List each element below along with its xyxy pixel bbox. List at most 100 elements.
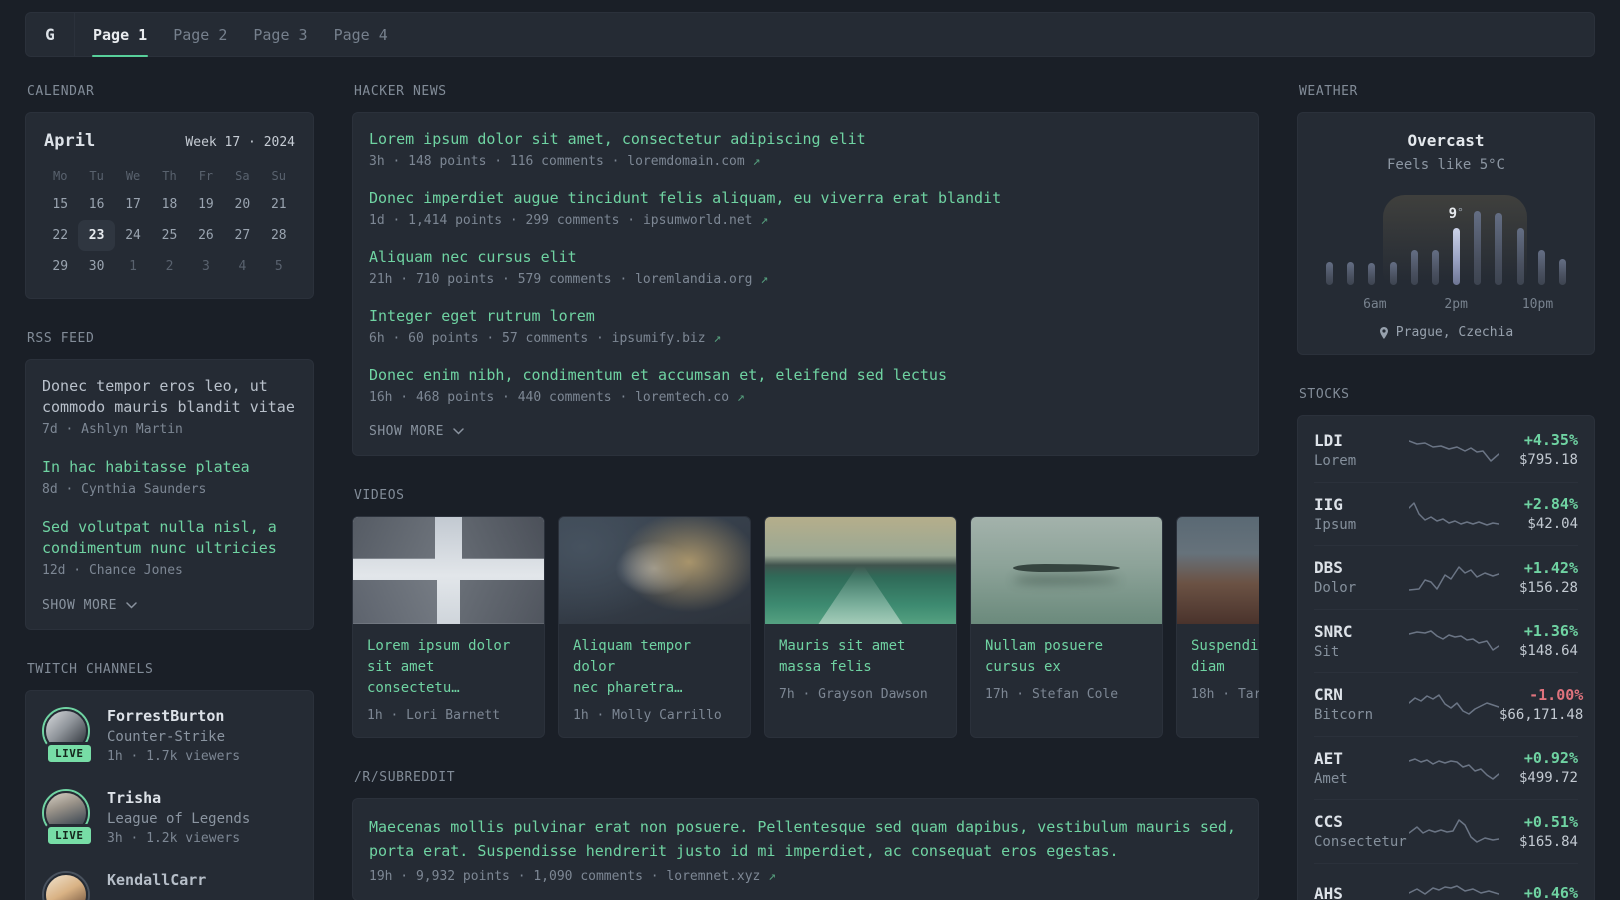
video-title[interactable]: Lorem ipsum dolor sit amet consectetu… xyxy=(367,636,530,699)
stock-name: Lorem xyxy=(1314,452,1357,469)
stock-name: Bitcorn xyxy=(1314,707,1374,724)
stock-row[interactable]: CCS Consectetur +0.51% $165.84 xyxy=(1314,799,1578,863)
hackernews-item-meta: 1d · 1,414 points · 299 comments · ipsum… xyxy=(369,213,1242,228)
hackernews-item-domain[interactable]: ipsumify.biz xyxy=(612,331,706,346)
twitch-channel-row[interactable]: LIVE ForrestBurton Counter-Strike 1h · 1… xyxy=(42,707,297,765)
external-link-icon[interactable]: ↗ xyxy=(768,869,776,884)
rss-widget-label: RSS FEED xyxy=(27,331,95,346)
weather-location: Prague, Czechia xyxy=(1314,325,1578,340)
stock-sparkline xyxy=(1408,563,1500,591)
stock-row[interactable]: SNRC Sit +1.36% $148.64 xyxy=(1314,608,1578,673)
page-tab[interactable]: Page 1 xyxy=(80,13,160,57)
video-card[interactable]: Nullam posuere cursus ex 17h · Stefan Co… xyxy=(970,516,1163,738)
stock-row[interactable]: AHS +0.46% xyxy=(1314,862,1578,900)
rss-item-meta: 8d · Cynthia Saunders xyxy=(42,482,207,497)
weather-time-label: 10pm xyxy=(1521,297,1554,312)
video-title[interactable]: Aliquam tempor dolor nec pharetra… xyxy=(573,636,736,699)
hackernews-item-title[interactable]: Lorem ipsum dolor sit amet, consectetur … xyxy=(369,129,1242,150)
stock-name: Dolor xyxy=(1314,580,1357,597)
twitch-channel-row[interactable]: LIVE Trisha League of Legends 3h · 1.2k … xyxy=(42,789,297,847)
stock-change: +4.35% xyxy=(1523,431,1578,450)
hackernews-item-domain[interactable]: ipsumworld.net xyxy=(643,213,753,228)
twitch-channel-name[interactable]: KendallCarr xyxy=(107,871,206,889)
subreddit-post-domain[interactable]: loremnet.xyz xyxy=(666,869,760,884)
page-tab[interactable]: Page 4 xyxy=(321,13,401,56)
twitch-widget: TWITCH CHANNELS LIVE ForrestBurton Count… xyxy=(25,662,314,900)
video-card[interactable]: Lorem ipsum dolor sit amet consectetu… 1… xyxy=(352,516,545,738)
live-badge: LIVE xyxy=(45,824,94,847)
stock-ticker: DBS xyxy=(1314,558,1343,578)
stock-row[interactable]: DBS Dolor +1.42% $156.28 xyxy=(1314,545,1578,609)
twitch-channel-game: League of Legends xyxy=(107,811,251,827)
stock-name: Sit xyxy=(1314,643,1340,660)
video-card[interactable]: Mauris sit amet massa felis 7h · Grayson… xyxy=(764,516,957,738)
twitch-channel-name[interactable]: ForrestBurton xyxy=(107,707,240,725)
calendar-day: 21 xyxy=(270,197,287,212)
hackernews-show-more-label: SHOW MORE xyxy=(369,424,444,439)
external-link-icon[interactable]: ↗ xyxy=(713,331,721,346)
hackernews-item-domain[interactable]: loremlandia.org xyxy=(635,272,752,287)
stock-row[interactable]: AET Amet +0.92% $499.72 xyxy=(1314,735,1578,800)
stock-row[interactable]: CRN Bitcorn -1.00% $66,171.48 xyxy=(1314,672,1583,736)
stock-row[interactable]: IIG Ipsum +2.84% $42.04 xyxy=(1314,481,1578,546)
hackernews-item-title[interactable]: Integer eget rutrum lorem xyxy=(369,306,1242,327)
video-card[interactable]: Suspendisse diam 18h · Tara xyxy=(1176,516,1259,738)
subreddit-post-stats: 19h · 9,932 points · 1,090 comments · xyxy=(369,869,659,884)
twitch-channel-name[interactable]: Trisha xyxy=(107,789,250,807)
rss-show-more[interactable]: SHOW MORE xyxy=(42,598,297,613)
app-logo[interactable]: G xyxy=(26,13,75,56)
weather-time-label: 6am xyxy=(1363,297,1387,312)
video-title[interactable]: Nullam posuere cursus ex xyxy=(985,636,1148,678)
hackernews-item-stats: 16h · 468 points · 440 comments · xyxy=(369,390,628,405)
page-tab[interactable]: Page 2 xyxy=(160,13,240,56)
rss-item-title[interactable]: Sed volutpat nulla nisl, a condimentum n… xyxy=(42,517,297,559)
twitch-avatar: LIVE xyxy=(42,871,90,900)
stock-row[interactable]: LDI Lorem +4.35% $795.18 xyxy=(1314,418,1578,482)
weather-card: Overcast Feels like 5°C 9° 6am 2pm 10pm Pr… xyxy=(1297,112,1595,355)
stock-name: Amet xyxy=(1314,770,1348,787)
video-card[interactable]: Aliquam tempor dolor nec pharetra… 1h · … xyxy=(558,516,751,738)
calendar-day-header: Mo xyxy=(52,169,68,183)
rss-item-title[interactable]: Donec tempor eros leo, ut commodo mauris… xyxy=(42,376,297,418)
page-tab[interactable]: Page 3 xyxy=(240,13,320,56)
video-title[interactable]: Suspendisse diam xyxy=(1191,636,1259,678)
subreddit-widget-label: /R/SUBREDDIT xyxy=(354,770,456,785)
twitch-channel-row[interactable]: LIVE KendallCarr xyxy=(42,871,297,900)
external-link-icon[interactable]: ↗ xyxy=(760,272,768,287)
rss-item: Donec tempor eros leo, ut commodo mauris… xyxy=(42,376,297,437)
external-link-icon[interactable]: ↗ xyxy=(737,390,745,405)
hackernews-item-stats: 1d · 1,414 points · 299 comments · xyxy=(369,213,636,228)
videos-row: Lorem ipsum dolor sit amet consectetu… 1… xyxy=(352,516,1259,738)
calendar-week-info: Week 17 · 2024 xyxy=(185,135,295,150)
stock-price: $795.18 xyxy=(1518,452,1578,469)
stock-change: +1.36% xyxy=(1523,622,1578,641)
rss-item-title[interactable]: In hac habitasse platea xyxy=(42,457,297,478)
hackernews-show-more[interactable]: SHOW MORE xyxy=(369,424,1242,439)
external-link-icon[interactable]: ↗ xyxy=(760,213,768,228)
twitch-channel-viewers: 1h · 1.7k viewers xyxy=(107,749,241,764)
hackernews-item: Integer eget rutrum lorem 6h · 60 points… xyxy=(369,306,1242,346)
hackernews-item-title[interactable]: Donec enim nibh, condimentum et accumsan… xyxy=(369,365,1242,386)
weather-bar xyxy=(1410,250,1418,285)
hackernews-item-stats: 6h · 60 points · 57 comments · xyxy=(369,331,604,346)
hackernews-item-title[interactable]: Aliquam nec cursus elit xyxy=(369,247,1242,268)
calendar-day: 26 xyxy=(198,228,214,243)
hackernews-item-domain[interactable]: loremdomain.com xyxy=(627,154,744,169)
hackernews-item-title[interactable]: Donec imperdiet augue tincidunt felis al… xyxy=(369,188,1242,209)
calendar-day: 30 xyxy=(88,259,105,274)
stocks-widget-label: STOCKS xyxy=(1299,387,1350,402)
live-badge: LIVE xyxy=(45,742,94,765)
subreddit-post-title[interactable]: Maecenas mollis pulvinar erat non posuer… xyxy=(369,815,1242,863)
hackernews-item-domain[interactable]: loremtech.co xyxy=(635,390,729,405)
page-tab-label: Page 1 xyxy=(93,25,148,44)
subreddit-post: Maecenas mollis pulvinar erat non posuer… xyxy=(369,815,1242,884)
avatar xyxy=(44,873,88,900)
calendar-day: 18 xyxy=(161,197,178,212)
video-title[interactable]: Mauris sit amet massa felis xyxy=(779,636,942,678)
calendar-day: 20 xyxy=(234,197,251,212)
page-tab-label: Page 2 xyxy=(173,25,228,44)
external-link-icon[interactable]: ↗ xyxy=(753,154,761,169)
stock-change: +1.42% xyxy=(1523,558,1578,577)
stock-name: Ipsum xyxy=(1314,516,1357,533)
subreddit-post-meta: 19h · 9,932 points · 1,090 comments · lo… xyxy=(369,869,1242,884)
